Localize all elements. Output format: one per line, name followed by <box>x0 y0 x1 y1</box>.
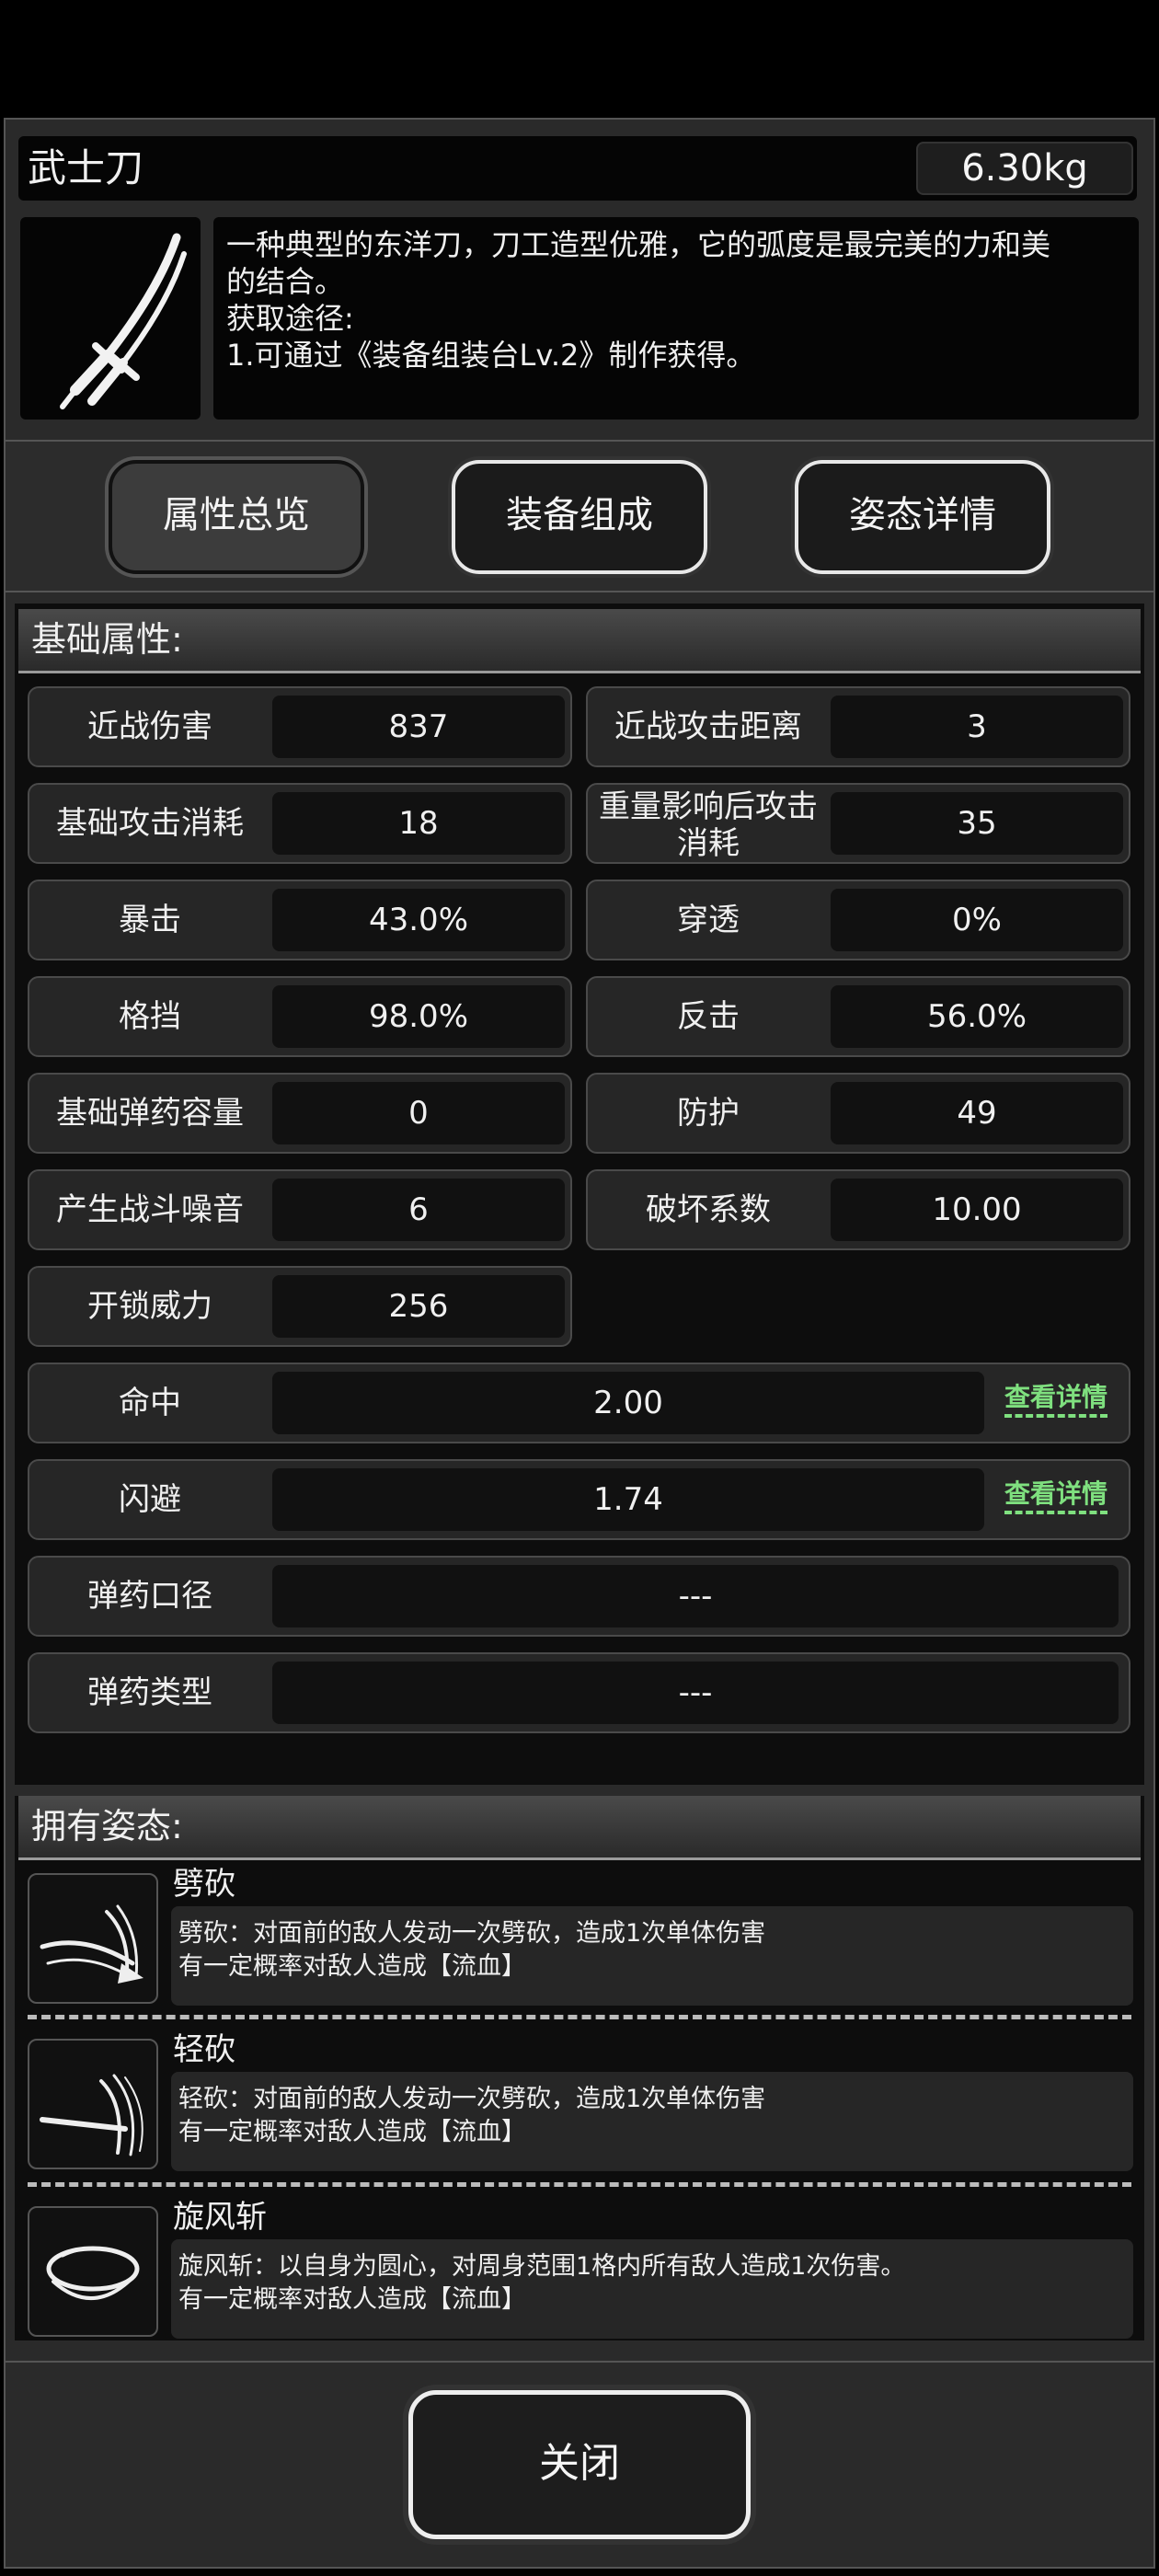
basic-attributes-header: 基础属性: <box>18 609 1141 673</box>
stat-protection: 防护 49 <box>586 1073 1130 1154</box>
stat-accuracy: 命中 2.00 查看详情 <box>28 1363 1130 1443</box>
tab-stance-details[interactable]: 姿态详情 <box>795 460 1050 574</box>
stat-label: 弹药类型 <box>87 1674 212 1711</box>
stance-name: 旋风斩 <box>173 2199 267 2236</box>
stat-counter: 反击 56.0% <box>586 976 1130 1057</box>
divider <box>28 2015 1131 2019</box>
desc-line-3: 获取途径: <box>226 301 354 336</box>
stance-description: 旋风斩：以自身为圆心，对周身范围1格内所有敌人造成1次伤害。 有一定概率对敌人造… <box>171 2239 1133 2339</box>
stat-melee-range: 近战攻击距离 3 <box>586 686 1130 767</box>
item-name: 武士刀 <box>28 145 144 190</box>
stat-value: --- <box>272 1662 1119 1724</box>
evasion-detail-link[interactable]: 查看详情 <box>1004 1478 1108 1514</box>
desc-line-1: 一种典型的东洋刀，刀工造型优雅，它的弧度是最完美的力和美 <box>226 227 1051 262</box>
stat-label: 产生战斗噪音 <box>56 1191 244 1228</box>
stat-label: 近战攻击距离 <box>614 708 802 745</box>
stat-weighted-attack-cost: 重量影响后攻击消耗 35 <box>586 783 1130 864</box>
stat-value: 3 <box>831 696 1123 758</box>
stat-destruction-factor: 破坏系数 10.00 <box>586 1169 1130 1250</box>
close-button[interactable]: 关闭 <box>408 2390 751 2539</box>
stat-label: 反击 <box>677 998 740 1035</box>
item-weight: 6.30kg <box>916 142 1133 195</box>
stat-base-attack-cost: 基础攻击消耗 18 <box>28 783 572 864</box>
stance-description: 轻砍：对面前的敌人发动一次劈砍，造成1次单体伤害 有一定概率对敌人造成【流血】 <box>171 2072 1133 2171</box>
stat-ammo-caliber: 弹药口径 --- <box>28 1556 1130 1637</box>
stat-value: 56.0% <box>831 985 1123 1048</box>
stat-label: 基础攻击消耗 <box>56 805 244 842</box>
stat-value: 0 <box>272 1082 565 1144</box>
katana-icon <box>20 217 201 420</box>
stat-label: 命中 <box>119 1385 181 1421</box>
stat-value: 0% <box>831 889 1123 951</box>
stances-header: 拥有姿态: <box>18 1796 1141 1860</box>
stat-value: 256 <box>272 1275 565 1338</box>
stat-ammo-type: 弹药类型 --- <box>28 1652 1130 1733</box>
stat-label: 格挡 <box>119 998 181 1035</box>
stance-desc-line: 劈砍：对面前的敌人发动一次劈砍，造成1次单体伤害 <box>178 1919 766 1948</box>
stance-desc-line: 有一定概率对敌人造成【流血】 <box>178 2118 526 2146</box>
stat-label: 开锁威力 <box>87 1288 212 1325</box>
stat-label: 基础弹药容量 <box>56 1095 244 1132</box>
item-description: 一种典型的东洋刀，刀工造型优雅，它的弧度是最完美的力和美 的结合。 获取途径: … <box>213 217 1139 420</box>
divider <box>28 2182 1131 2187</box>
accuracy-detail-link[interactable]: 查看详情 <box>1004 1381 1108 1418</box>
stat-evasion: 闪避 1.74 查看详情 <box>28 1459 1130 1540</box>
stat-lockpick-power: 开锁威力 256 <box>28 1266 572 1347</box>
tab-equipment-composition[interactable]: 装备组成 <box>452 460 707 574</box>
stance-desc-line: 有一定概率对敌人造成【流血】 <box>178 2285 526 2314</box>
chop-slash-icon[interactable] <box>28 1873 158 2004</box>
stat-label: 防护 <box>677 1095 740 1132</box>
stance-desc-line: 轻砍：对面前的敌人发动一次劈砍，造成1次单体伤害 <box>178 2085 766 2113</box>
stat-label: 近战伤害 <box>87 708 212 745</box>
whirlwind-slash-icon[interactable] <box>28 2206 158 2337</box>
stat-label: 弹药口径 <box>87 1578 212 1615</box>
stance-desc-line: 有一定概率对敌人造成【流血】 <box>178 1952 526 1981</box>
stat-value: 1.74 <box>272 1468 984 1531</box>
stance-name: 劈砍 <box>173 1866 235 1903</box>
stat-value: 18 <box>272 792 565 855</box>
stat-critical: 暴击 43.0% <box>28 880 572 960</box>
light-slash-icon[interactable] <box>28 2039 158 2169</box>
stat-value: 43.0% <box>272 889 565 951</box>
stat-label: 暴击 <box>119 902 181 938</box>
stat-value: 2.00 <box>272 1372 984 1434</box>
stat-combat-noise: 产生战斗噪音 6 <box>28 1169 572 1250</box>
stat-value: 6 <box>272 1179 565 1241</box>
desc-line-4: 1.可通过《装备组装台Lv.2》制作获得。 <box>226 338 756 373</box>
stat-label: 重量影响后攻击消耗 <box>599 788 818 862</box>
stance-description: 劈砍：对面前的敌人发动一次劈砍，造成1次单体伤害 有一定概率对敌人造成【流血】 <box>171 1906 1133 2006</box>
stat-value: --- <box>272 1565 1119 1627</box>
tab-attribute-overview[interactable]: 属性总览 <box>109 460 364 574</box>
stat-value: 49 <box>831 1082 1123 1144</box>
stat-value: 837 <box>272 696 565 758</box>
stat-value: 35 <box>831 792 1123 855</box>
stance-desc-line: 旋风斩：以自身为圆心，对周身范围1格内所有敌人造成1次伤害。 <box>178 2252 906 2281</box>
stat-block: 格挡 98.0% <box>28 976 572 1057</box>
stat-label: 破坏系数 <box>646 1191 771 1228</box>
stat-melee-damage: 近战伤害 837 <box>28 686 572 767</box>
desc-line-2: 的结合。 <box>226 264 345 299</box>
stat-penetration: 穿透 0% <box>586 880 1130 960</box>
stat-label: 闪避 <box>119 1481 181 1518</box>
stat-base-ammo-capacity: 基础弹药容量 0 <box>28 1073 572 1154</box>
stat-label: 穿透 <box>677 902 740 938</box>
stat-value: 10.00 <box>831 1179 1123 1241</box>
stat-value: 98.0% <box>272 985 565 1048</box>
stance-name: 轻砍 <box>173 2031 235 2068</box>
